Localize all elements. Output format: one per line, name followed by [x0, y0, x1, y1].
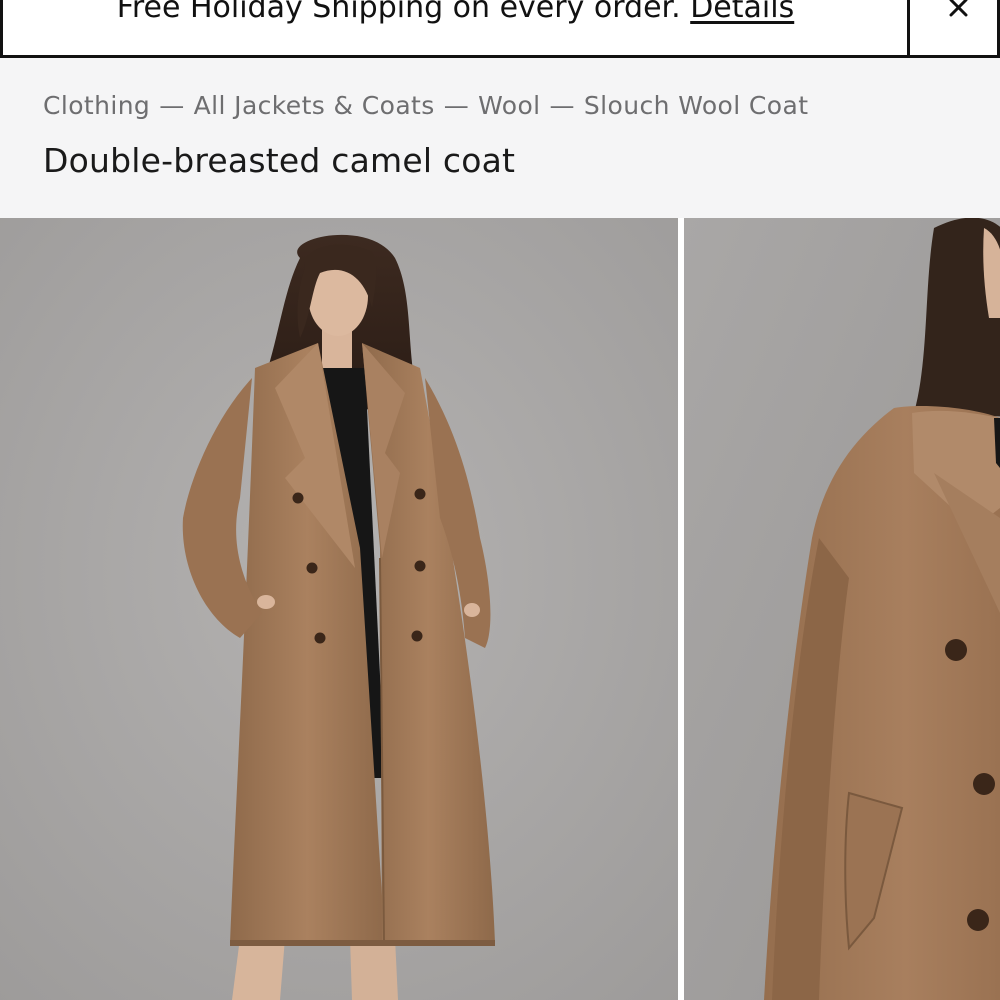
product-title: Double-breasted camel coat [43, 141, 516, 180]
promo-message: Free Holiday Shipping on every order. De… [3, 0, 908, 28]
breadcrumb: Clothing — All Jackets & Coats — Wool — Slouch… [43, 91, 808, 120]
close-icon [949, 0, 968, 17]
breadcrumb-slouch-wool-coat[interactable]: Slouch Wool Coat [584, 91, 809, 120]
breadcrumb-separator: — [159, 91, 185, 120]
promo-close-button[interactable] [907, 0, 1000, 55]
model-closeup-photo [684, 218, 1000, 1000]
gallery-image-1[interactable] [0, 218, 678, 1000]
promo-text: Free Holiday Shipping on every order. [116, 0, 681, 25]
model-full-length-photo [0, 218, 678, 1000]
gallery-image-2[interactable] [684, 218, 1000, 1000]
breadcrumb-clothing[interactable]: Clothing [43, 91, 150, 120]
breadcrumb-wool[interactable]: Wool [478, 91, 540, 120]
breadcrumb-separator: — [549, 91, 575, 120]
breadcrumb-jackets-coats[interactable]: All Jackets & Coats [194, 91, 435, 120]
product-image-gallery[interactable] [0, 218, 1000, 1000]
breadcrumb-separator: — [443, 91, 470, 120]
promo-details-link[interactable]: Details [690, 0, 794, 25]
product-header: Clothing — All Jackets & Coats — Wool — Slouch… [0, 58, 1000, 218]
promo-banner: Free Holiday Shipping on every order. De… [0, 0, 1000, 58]
